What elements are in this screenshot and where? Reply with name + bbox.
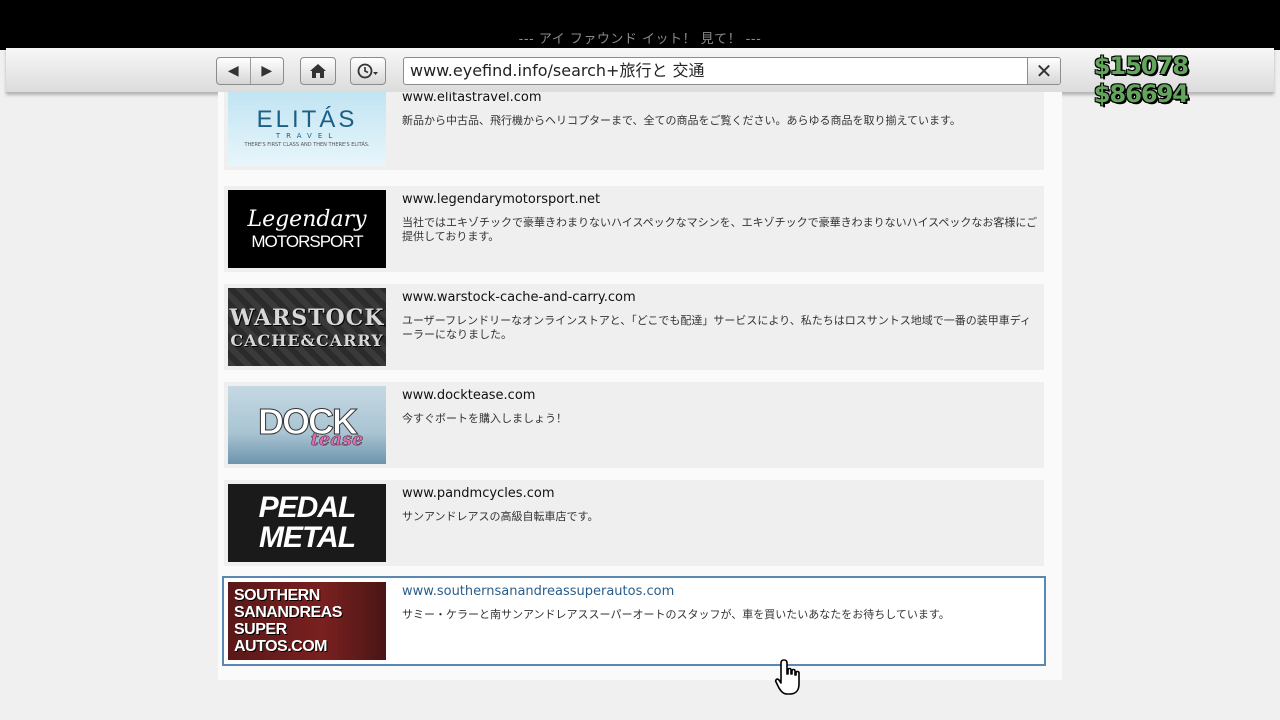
result-item-elitas[interactable]: ELITÁS TRAVEL THERE'S FIRST CLASS AND TH… — [224, 92, 1044, 170]
history-button[interactable] — [350, 57, 386, 85]
result-description: サミー・ケラーと南サンアンドレアススーパーオートのスタッフが、車を買いたいあなた… — [402, 608, 950, 621]
result-description: 今すぐボートを購入しましょう！ — [402, 412, 567, 425]
clock-icon — [357, 63, 378, 79]
url-bar[interactable]: www.eyefind.info/search+旅行と 交通 ✕ — [403, 57, 1061, 85]
window-title: --- アイ ファウンド イット！ 見て！ --- — [518, 32, 762, 47]
southern-san-andreas-logo[interactable]: SOUTHERN SANANDREAS SUPER AUTOS.COM — [228, 582, 386, 660]
result-item-docktease[interactable]: DOCK tease www.docktease.com 今すぐボートを購入しま… — [224, 382, 1044, 468]
result-url[interactable]: www.elitastravel.com — [402, 92, 542, 105]
elitas-travel-logo[interactable]: ELITÁS TRAVEL THERE'S FIRST CLASS AND TH… — [228, 92, 386, 166]
result-item-legendary[interactable]: Legendary MOTORSPORT www.legendarymotors… — [224, 186, 1044, 272]
close-icon: ✕ — [1035, 59, 1053, 83]
search-results: ELITÁS TRAVEL THERE'S FIRST CLASS AND TH… — [218, 92, 1062, 680]
cash-amount: $15078 — [1093, 52, 1189, 80]
back-button[interactable]: ◀ — [217, 58, 251, 84]
nav-button-group: ◀ ▶ — [216, 57, 284, 85]
result-description: 当社ではエキゾチックで豪華きわまりないハイスペックなマシンを、エキゾチックで豪華… — [402, 216, 1038, 243]
forward-button[interactable]: ▶ — [251, 58, 284, 84]
hand-cursor-icon — [774, 659, 800, 695]
bank-amount: $86694 — [1093, 80, 1189, 108]
legendary-motorsport-logo[interactable]: Legendary MOTORSPORT — [228, 190, 386, 268]
result-item-pandm[interactable]: PEDAL METAL www.pandmcycles.com サンアンドレアス… — [224, 480, 1044, 566]
result-url[interactable]: www.legendarymotorsport.net — [402, 192, 600, 207]
home-button[interactable] — [300, 57, 336, 85]
pedal-and-metal-logo[interactable]: PEDAL METAL — [228, 484, 386, 562]
url-input[interactable]: www.eyefind.info/search+旅行と 交通 — [404, 58, 1027, 84]
result-description: サンアンドレアスの高級自転車店です。 — [402, 510, 599, 523]
back-arrow-icon: ◀ — [227, 63, 239, 79]
result-url[interactable]: www.docktease.com — [402, 388, 535, 403]
result-description: 新品から中古品、飛行機からヘリコプターまで、全ての商品をご覧ください。あらゆる商… — [402, 114, 961, 127]
forward-arrow-icon: ▶ — [261, 63, 273, 79]
result-item-southern-sa[interactable]: SOUTHERN SANANDREAS SUPER AUTOS.COM www.… — [222, 576, 1046, 666]
result-url[interactable]: www.pandmcycles.com — [402, 486, 554, 501]
clear-url-button[interactable]: ✕ — [1027, 58, 1060, 84]
result-url[interactable]: www.southernsanandreassuperautos.com — [402, 584, 674, 599]
result-item-warstock[interactable]: WARSTOCK CACHE&CARRY www.warstock-cache-… — [224, 284, 1044, 370]
docktease-logo[interactable]: DOCK tease — [228, 386, 386, 464]
home-icon — [310, 64, 326, 78]
result-description: ユーザーフレンドリーなオンラインストアと、「どこでも配達」サービスにより、私たち… — [402, 314, 1031, 341]
result-url[interactable]: www.warstock-cache-and-carry.com — [402, 290, 636, 305]
browser-toolbar: ◀ ▶ www.eyefind.info/search+旅行と 交通 ✕ — [6, 48, 1274, 93]
top-black-bar: --- アイ ファウンド イット！ 見て！ --- — [0, 0, 1280, 50]
warstock-logo[interactable]: WARSTOCK CACHE&CARRY — [228, 288, 386, 366]
